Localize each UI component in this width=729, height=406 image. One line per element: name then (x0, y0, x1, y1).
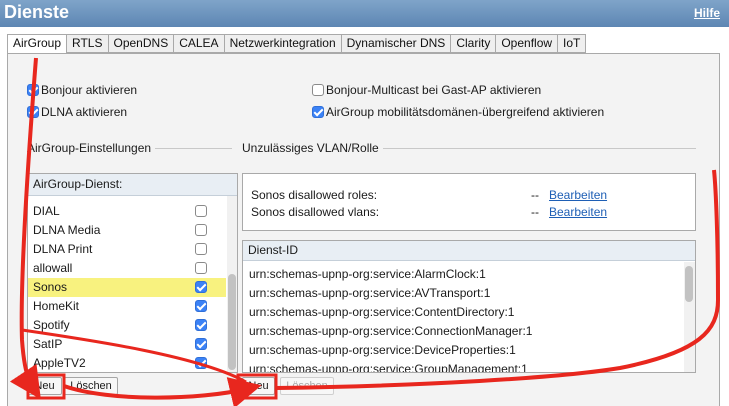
service-list-item[interactable]: DLNA Print (28, 240, 226, 259)
dlna-checkbox[interactable] (27, 106, 39, 118)
service-list-scroll-thumb[interactable] (228, 274, 236, 370)
service-id-item[interactable]: urn:schemas-upnp-org:service:GroupManage… (249, 360, 528, 372)
service-name: DLNA Media (33, 223, 101, 237)
tab-opendns[interactable]: OpenDNS (108, 34, 175, 53)
tab-openflow[interactable]: Openflow (496, 34, 559, 53)
vlan-section-title: Unzulässiges VLAN/Rolle (242, 141, 383, 155)
service-list-item[interactable]: Sonos (28, 278, 226, 297)
service-enabled-checkbox[interactable] (195, 281, 207, 293)
service-list-item[interactable]: DIAL (28, 202, 226, 221)
disallowed-vlans-label: Sonos disallowed vlans: (251, 205, 380, 219)
settings-section-title: AirGroup-Einstellungen (27, 141, 156, 155)
service-enabled-checkbox[interactable] (195, 262, 207, 274)
service-name: DLNA Print (33, 242, 93, 256)
disallowed-roles-label: Sonos disallowed roles: (251, 188, 378, 202)
service-new-button[interactable]: Neu (27, 377, 62, 395)
service-enabled-checkbox[interactable] (195, 300, 207, 312)
tab-bar: AirGroup RTLS OpenDNS CALEA Netzwerkinte… (7, 34, 587, 54)
page-title: Dienste (4, 2, 70, 22)
bonjour-label: Bonjour aktivieren (41, 83, 138, 97)
edit-roles-link[interactable]: Bearbeiten (549, 188, 607, 202)
tab-iot[interactable]: IoT (558, 34, 587, 53)
service-name: Sonos (33, 280, 68, 294)
service-id-list: Dienst-ID urn:schemas-upnp-org:service:A… (242, 240, 696, 373)
service-id-scroll-thumb[interactable] (685, 266, 693, 302)
service-enabled-checkbox[interactable] (195, 243, 207, 255)
service-name: AppleTV2 (33, 356, 86, 370)
mobility-label: AirGroup mobilitätsdomänen-übergreifend … (326, 105, 605, 119)
dlna-label: DLNA aktivieren (41, 105, 128, 119)
service-list-item[interactable]: Spotify (28, 316, 226, 335)
help-link[interactable]: Hilfe (694, 6, 720, 20)
title-bar: Dienste Hilfe (0, 0, 729, 27)
service-list-item[interactable]: HomeKit (28, 297, 226, 316)
service-name: HomeKit (33, 299, 80, 313)
bonjour-multicast-checkbox[interactable] (312, 84, 324, 96)
disallowed-roles-value: -- (531, 188, 539, 202)
service-id-item[interactable]: urn:schemas-upnp-org:service:DevicePrope… (249, 341, 516, 360)
service-enabled-checkbox[interactable] (195, 224, 207, 236)
tab-airgroup[interactable]: AirGroup (7, 34, 68, 54)
tab-clarity[interactable]: Clarity (451, 34, 497, 53)
service-name: SatIP (33, 337, 63, 351)
mobility-checkbox[interactable] (312, 106, 324, 118)
service-list-item[interactable]: SatIP (28, 335, 226, 354)
service-id-item[interactable]: urn:schemas-upnp-org:service:AVTransport… (249, 284, 490, 303)
tab-calea[interactable]: CALEA (174, 34, 225, 53)
service-delete-button[interactable]: Löschen (64, 377, 118, 395)
service-id-header: Dienst-ID (243, 241, 695, 261)
service-id-item[interactable]: urn:schemas-upnp-org:service:AlarmClock:… (249, 265, 486, 284)
service-name: allowall (33, 261, 73, 275)
service-enabled-checkbox[interactable] (195, 357, 207, 369)
tab-dynamischer-dns[interactable]: Dynamischer DNS (341, 34, 452, 53)
disallowed-vlan-role-box: Sonos disallowed roles: -- Bearbeiten So… (242, 173, 696, 231)
service-id-delete-button: Löschen (280, 377, 334, 395)
service-enabled-checkbox[interactable] (195, 205, 207, 217)
service-list-item[interactable]: allowall (28, 259, 226, 278)
service-name: DIAL (33, 204, 60, 218)
tab-netzwerkintegration[interactable]: Netzwerkintegration (224, 34, 342, 53)
bonjour-multicast-label: Bonjour-Multicast bei Gast-AP aktivieren (326, 83, 542, 97)
service-list-scrollbar[interactable] (227, 196, 237, 372)
service-id-scrollbar[interactable] (684, 262, 695, 372)
edit-vlans-link[interactable]: Bearbeiten (549, 205, 607, 219)
service-id-item[interactable]: urn:schemas-upnp-org:service:ConnectionM… (249, 322, 532, 341)
service-list-item[interactable]: AppleTV2 (28, 354, 226, 372)
service-name: Spotify (33, 318, 70, 332)
service-list-header: AirGroup-Dienst: (28, 174, 237, 196)
disallowed-vlans-value: -- (531, 205, 539, 219)
service-enabled-checkbox[interactable] (195, 319, 207, 331)
service-list-item[interactable]: DLNA Media (28, 221, 226, 240)
bonjour-checkbox[interactable] (27, 84, 39, 96)
airgroup-service-list: AirGroup-Dienst: DIAL DLNA Media DLNA Prin… (27, 173, 238, 373)
tab-rtls[interactable]: RTLS (67, 34, 109, 53)
service-id-new-button[interactable]: Neu (242, 377, 275, 395)
service-id-item[interactable]: urn:schemas-upnp-org:service:ContentDire… (249, 303, 514, 322)
service-enabled-checkbox[interactable] (195, 338, 207, 350)
